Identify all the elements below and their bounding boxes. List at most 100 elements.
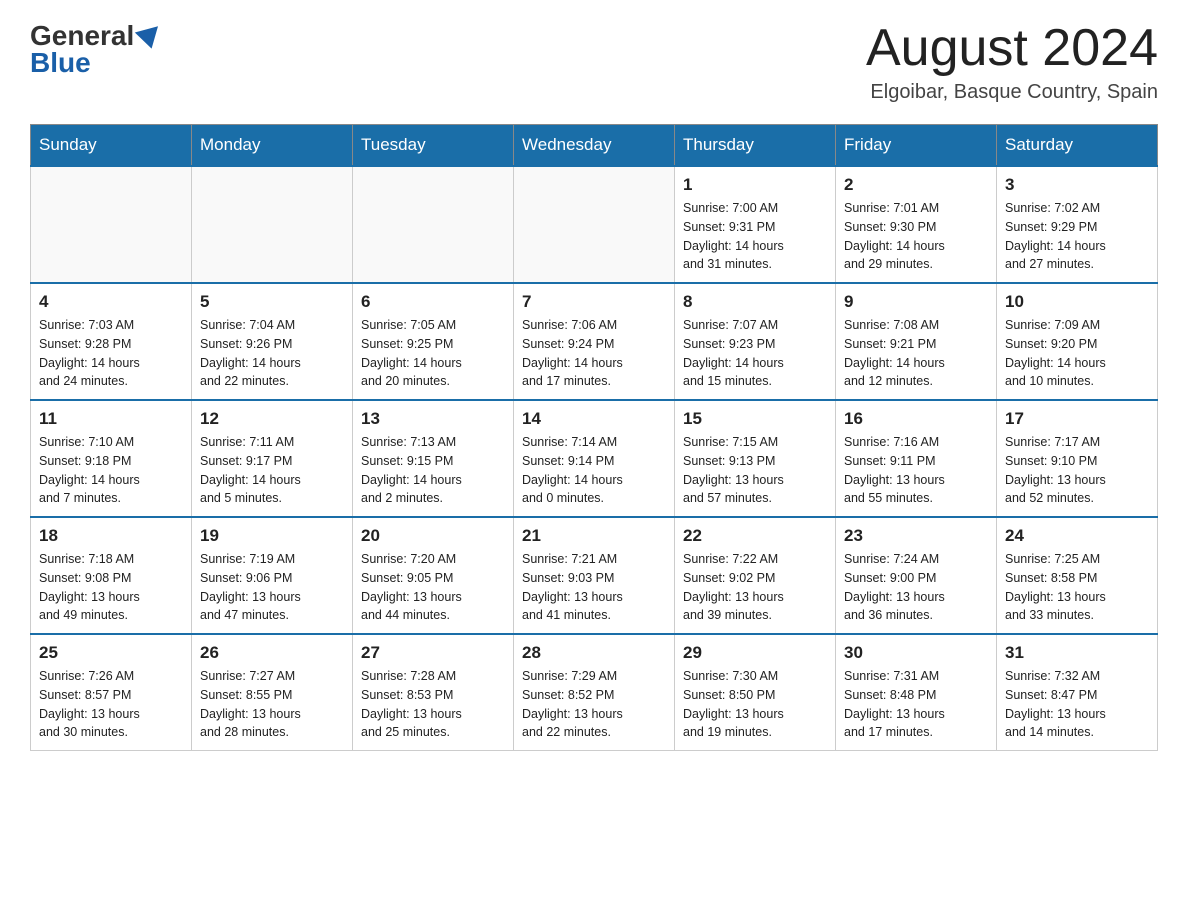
day-number: 27: [361, 643, 505, 663]
day-number: 21: [522, 526, 666, 546]
day-number: 18: [39, 526, 183, 546]
day-number: 20: [361, 526, 505, 546]
calendar-cell: 8 Sunrise: 7:07 AM Sunset: 9:23 PM Daylig…: [675, 283, 836, 400]
sun-info: Sunrise: 7:22 AM Sunset: 9:02 PM Dayligh…: [683, 550, 827, 625]
sun-info: Sunrise: 7:05 AM Sunset: 9:25 PM Dayligh…: [361, 316, 505, 391]
day-number: 7: [522, 292, 666, 312]
calendar-cell: 14 Sunrise: 7:14 AM Sunset: 9:14 PM Dayli…: [514, 400, 675, 517]
calendar-cell: 21 Sunrise: 7:21 AM Sunset: 9:03 PM Dayli…: [514, 517, 675, 634]
sun-info: Sunrise: 7:00 AM Sunset: 9:31 PM Dayligh…: [683, 199, 827, 274]
sun-info: Sunrise: 7:20 AM Sunset: 9:05 PM Dayligh…: [361, 550, 505, 625]
calendar-cell: [192, 166, 353, 283]
location-subtitle: Elgoibar, Basque Country, Spain: [866, 81, 1158, 104]
day-number: 15: [683, 409, 827, 429]
sun-info: Sunrise: 7:15 AM Sunset: 9:13 PM Dayligh…: [683, 433, 827, 508]
calendar-cell: 26 Sunrise: 7:27 AM Sunset: 8:55 PM Dayli…: [192, 634, 353, 751]
calendar-header-thursday: Thursday: [675, 125, 836, 167]
day-number: 2: [844, 175, 988, 195]
calendar-header-row: SundayMondayTuesdayWednesdayThursdayFrid…: [31, 125, 1158, 167]
day-number: 31: [1005, 643, 1149, 663]
day-number: 13: [361, 409, 505, 429]
sun-info: Sunrise: 7:03 AM Sunset: 9:28 PM Dayligh…: [39, 316, 183, 391]
sun-info: Sunrise: 7:25 AM Sunset: 8:58 PM Dayligh…: [1005, 550, 1149, 625]
day-number: 28: [522, 643, 666, 663]
calendar-cell: 27 Sunrise: 7:28 AM Sunset: 8:53 PM Dayli…: [353, 634, 514, 751]
day-number: 4: [39, 292, 183, 312]
calendar-cell: 16 Sunrise: 7:16 AM Sunset: 9:11 PM Dayli…: [836, 400, 997, 517]
sun-info: Sunrise: 7:31 AM Sunset: 8:48 PM Dayligh…: [844, 667, 988, 742]
day-number: 14: [522, 409, 666, 429]
day-number: 5: [200, 292, 344, 312]
sun-info: Sunrise: 7:01 AM Sunset: 9:30 PM Dayligh…: [844, 199, 988, 274]
sun-info: Sunrise: 7:32 AM Sunset: 8:47 PM Dayligh…: [1005, 667, 1149, 742]
calendar-cell: 25 Sunrise: 7:26 AM Sunset: 8:57 PM Dayli…: [31, 634, 192, 751]
calendar-cell: 9Sunrise: 7:08 AM Sunset: 9:21 PM Daylig…: [836, 283, 997, 400]
calendar-header-friday: Friday: [836, 125, 997, 167]
calendar-cell: 12 Sunrise: 7:11 AM Sunset: 9:17 PM Dayli…: [192, 400, 353, 517]
day-number: 24: [1005, 526, 1149, 546]
calendar-cell: 20 Sunrise: 7:20 AM Sunset: 9:05 PM Dayli…: [353, 517, 514, 634]
logo-blue: Blue: [30, 47, 161, 79]
calendar-cell: 19Sunrise: 7:19 AM Sunset: 9:06 PM Dayli…: [192, 517, 353, 634]
calendar-cell: 22Sunrise: 7:22 AM Sunset: 9:02 PM Dayli…: [675, 517, 836, 634]
calendar-cell: 11Sunrise: 7:10 AM Sunset: 9:18 PM Dayli…: [31, 400, 192, 517]
day-number: 23: [844, 526, 988, 546]
calendar-cell: 31 Sunrise: 7:32 AM Sunset: 8:47 PM Dayli…: [997, 634, 1158, 751]
sun-info: Sunrise: 7:09 AM Sunset: 9:20 PM Dayligh…: [1005, 316, 1149, 391]
calendar-cell: 7Sunrise: 7:06 AM Sunset: 9:24 PM Daylig…: [514, 283, 675, 400]
calendar-week-row: 4 Sunrise: 7:03 AM Sunset: 9:28 PM Daylig…: [31, 283, 1158, 400]
day-number: 12: [200, 409, 344, 429]
header: General Blue August 2024 Elgoibar, Basqu…: [30, 20, 1158, 104]
calendar-table: SundayMondayTuesdayWednesdayThursdayFrid…: [30, 124, 1158, 751]
day-number: 17: [1005, 409, 1149, 429]
calendar-cell: 2 Sunrise: 7:01 AM Sunset: 9:30 PM Daylig…: [836, 166, 997, 283]
calendar-cell: 6 Sunrise: 7:05 AM Sunset: 9:25 PM Daylig…: [353, 283, 514, 400]
sun-info: Sunrise: 7:24 AM Sunset: 9:00 PM Dayligh…: [844, 550, 988, 625]
sun-info: Sunrise: 7:29 AM Sunset: 8:52 PM Dayligh…: [522, 667, 666, 742]
calendar-cell: [514, 166, 675, 283]
sun-info: Sunrise: 7:30 AM Sunset: 8:50 PM Dayligh…: [683, 667, 827, 742]
sun-info: Sunrise: 7:10 AM Sunset: 9:18 PM Dayligh…: [39, 433, 183, 508]
calendar-week-row: 25 Sunrise: 7:26 AM Sunset: 8:57 PM Dayli…: [31, 634, 1158, 751]
sun-info: Sunrise: 7:26 AM Sunset: 8:57 PM Dayligh…: [39, 667, 183, 742]
calendar-cell: 13 Sunrise: 7:13 AM Sunset: 9:15 PM Dayli…: [353, 400, 514, 517]
sun-info: Sunrise: 7:28 AM Sunset: 8:53 PM Dayligh…: [361, 667, 505, 742]
day-number: 26: [200, 643, 344, 663]
sun-info: Sunrise: 7:21 AM Sunset: 9:03 PM Dayligh…: [522, 550, 666, 625]
title-area: August 2024 Elgoibar, Basque Country, Sp…: [866, 20, 1158, 104]
logo: General Blue: [30, 20, 161, 79]
day-number: 9: [844, 292, 988, 312]
sun-info: Sunrise: 7:17 AM Sunset: 9:10 PM Dayligh…: [1005, 433, 1149, 508]
calendar-cell: 17 Sunrise: 7:17 AM Sunset: 9:10 PM Dayli…: [997, 400, 1158, 517]
sun-info: Sunrise: 7:27 AM Sunset: 8:55 PM Dayligh…: [200, 667, 344, 742]
calendar-cell: 1Sunrise: 7:00 AM Sunset: 9:31 PM Daylig…: [675, 166, 836, 283]
sun-info: Sunrise: 7:13 AM Sunset: 9:15 PM Dayligh…: [361, 433, 505, 508]
sun-info: Sunrise: 7:07 AM Sunset: 9:23 PM Dayligh…: [683, 316, 827, 391]
calendar-cell: 3Sunrise: 7:02 AM Sunset: 9:29 PM Daylig…: [997, 166, 1158, 283]
sun-info: Sunrise: 7:02 AM Sunset: 9:29 PM Dayligh…: [1005, 199, 1149, 274]
calendar-cell: 29 Sunrise: 7:30 AM Sunset: 8:50 PM Dayli…: [675, 634, 836, 751]
calendar-cell: [353, 166, 514, 283]
sun-info: Sunrise: 7:04 AM Sunset: 9:26 PM Dayligh…: [200, 316, 344, 391]
sun-info: Sunrise: 7:14 AM Sunset: 9:14 PM Dayligh…: [522, 433, 666, 508]
sun-info: Sunrise: 7:18 AM Sunset: 9:08 PM Dayligh…: [39, 550, 183, 625]
day-number: 16: [844, 409, 988, 429]
calendar-cell: 15 Sunrise: 7:15 AM Sunset: 9:13 PM Dayli…: [675, 400, 836, 517]
calendar-cell: 24 Sunrise: 7:25 AM Sunset: 8:58 PM Dayli…: [997, 517, 1158, 634]
calendar-cell: 5 Sunrise: 7:04 AM Sunset: 9:26 PM Daylig…: [192, 283, 353, 400]
month-year-title: August 2024: [866, 20, 1158, 77]
calendar-cell: 23 Sunrise: 7:24 AM Sunset: 9:00 PM Dayli…: [836, 517, 997, 634]
day-number: 29: [683, 643, 827, 663]
sun-info: Sunrise: 7:11 AM Sunset: 9:17 PM Dayligh…: [200, 433, 344, 508]
calendar-cell: 30Sunrise: 7:31 AM Sunset: 8:48 PM Dayli…: [836, 634, 997, 751]
sun-info: Sunrise: 7:16 AM Sunset: 9:11 PM Dayligh…: [844, 433, 988, 508]
calendar-header-wednesday: Wednesday: [514, 125, 675, 167]
calendar-cell: 4 Sunrise: 7:03 AM Sunset: 9:28 PM Daylig…: [31, 283, 192, 400]
calendar-week-row: 18 Sunrise: 7:18 AM Sunset: 9:08 PM Dayli…: [31, 517, 1158, 634]
day-number: 25: [39, 643, 183, 663]
calendar-cell: 10Sunrise: 7:09 AM Sunset: 9:20 PM Dayli…: [997, 283, 1158, 400]
calendar-cell: [31, 166, 192, 283]
calendar-header-sunday: Sunday: [31, 125, 192, 167]
day-number: 8: [683, 292, 827, 312]
day-number: 6: [361, 292, 505, 312]
